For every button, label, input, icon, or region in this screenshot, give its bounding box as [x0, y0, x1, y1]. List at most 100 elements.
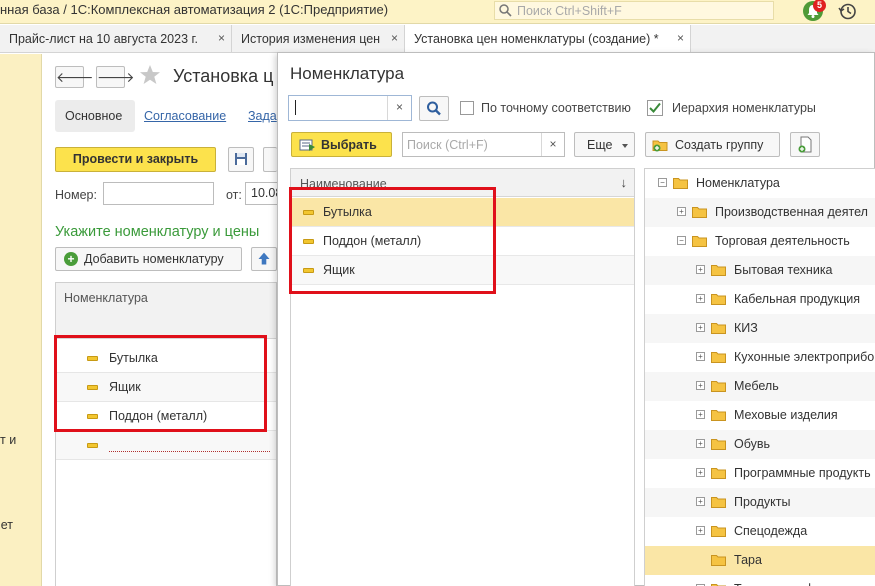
checkmark-icon[interactable] [647, 100, 663, 116]
tree-item[interactable]: + Мебель [645, 372, 875, 401]
document-add-icon [798, 136, 812, 153]
list-search-input[interactable]: Поиск (Ctrl+F) × [402, 132, 565, 157]
expand-icon[interactable]: + [696, 497, 705, 506]
tree-item[interactable]: + Производственная деятел [645, 198, 875, 227]
table-row-new[interactable] [56, 431, 276, 460]
expand-icon[interactable]: + [696, 468, 705, 477]
tab-tasks[interactable]: Зада [248, 109, 277, 123]
tree-item-label: Продукты [734, 495, 791, 509]
save-button[interactable] [228, 147, 254, 172]
date-field[interactable]: 10.08 [245, 182, 277, 205]
tab-price-history[interactable]: История изменения цен × [232, 25, 405, 53]
tree-item[interactable]: + Обувь [645, 430, 875, 459]
expand-icon[interactable]: + [696, 352, 705, 361]
favorite-star-icon[interactable] [139, 64, 161, 86]
exact-match-label: По точному соответствию [481, 101, 631, 115]
global-search-placeholder: Поиск Ctrl+Shift+F [517, 4, 622, 18]
create-item-button[interactable] [790, 132, 820, 157]
table-row[interactable]: Ящик [56, 373, 276, 402]
tree-item-label: Мебель [734, 379, 779, 393]
list-item[interactable]: Поддон (металл) [291, 227, 634, 256]
tree-item[interactable]: − Торговая деятельность [645, 227, 875, 256]
item-icon [87, 356, 98, 361]
tree-item[interactable]: + Кухонные электроприбо [645, 343, 875, 372]
tree-item-label: Программные продукть [734, 466, 871, 480]
expand-icon[interactable]: + [696, 265, 705, 274]
expand-icon[interactable]: + [696, 526, 705, 535]
tree-item-label: Бытовая техника [734, 263, 833, 277]
tree-item[interactable]: − Номенклатура [645, 169, 875, 198]
table-row[interactable]: Поддон (металл) [56, 402, 276, 431]
clear-search-icon[interactable]: × [387, 96, 411, 120]
create-group-label: Создать группу [675, 138, 764, 152]
tree-item[interactable]: Тара [645, 546, 875, 575]
close-icon[interactable]: × [218, 31, 225, 45]
tree-item[interactable]: +Товары с дефектами [645, 575, 875, 586]
collapse-icon[interactable]: − [677, 236, 686, 245]
table-header: Номенклатура [56, 283, 276, 339]
collapse-icon[interactable]: − [658, 178, 667, 187]
forward-button[interactable]: 🡒 [96, 66, 135, 88]
dialog-search-input[interactable]: × [288, 95, 412, 121]
tab-price-list[interactable]: Прайс-лист на 10 августа 2023 г. × [0, 25, 232, 53]
expand-icon[interactable]: + [696, 381, 705, 390]
exact-match-checkbox[interactable] [460, 101, 474, 115]
global-search-input[interactable]: Поиск Ctrl+Shift+F [494, 1, 774, 20]
expand-icon[interactable]: + [696, 323, 705, 332]
folder-add-icon [652, 140, 668, 152]
list-header-label: Наименование [300, 177, 387, 191]
list-item[interactable]: Бутылка [291, 198, 634, 227]
close-icon[interactable]: × [677, 31, 684, 45]
window-title-bar: нная база / 1С:Комплексная автоматизация… [0, 0, 875, 24]
list-item-label: Бутылка [323, 205, 372, 219]
tree-item[interactable]: + Спецодежда [645, 517, 875, 546]
history-icon[interactable] [838, 2, 857, 21]
sort-arrow-icon[interactable]: ↓ [621, 175, 628, 190]
open-tabs-bar: Прайс-лист на 10 августа 2023 г. × Истор… [0, 25, 875, 54]
notifications-button[interactable]: 5 [803, 0, 826, 23]
tab-price-setting[interactable]: Установка цен номенклатуры (создание) * … [405, 25, 691, 54]
table-cell: Поддон (металл) [109, 409, 208, 423]
select-button[interactable]: Выбрать [291, 132, 392, 157]
number-field[interactable] [103, 182, 214, 205]
clear-filter-icon[interactable]: × [541, 133, 564, 156]
plus-icon: + [64, 252, 78, 266]
expand-icon[interactable]: + [696, 294, 705, 303]
expand-icon[interactable]: + [677, 207, 686, 216]
create-group-button[interactable]: Создать группу [645, 132, 780, 157]
more-label: Еще [587, 138, 613, 152]
table-cell: Бутылка [109, 351, 158, 365]
tree-item[interactable]: + Бытовая техника [645, 256, 875, 285]
tab-approval[interactable]: Согласование [144, 109, 226, 123]
tree-item[interactable]: + Продукты [645, 488, 875, 517]
tree-item-label: Производственная деятел [715, 205, 868, 219]
tab-label: Прайс-лист на 10 августа 2023 г. [9, 32, 199, 46]
add-nomenclature-button[interactable]: + Добавить номенклатуру [55, 247, 242, 271]
tree-item[interactable]: + Кабельная продукция [645, 285, 875, 314]
expand-icon[interactable]: + [696, 410, 705, 419]
post-and-close-button[interactable]: Провести и закрыть [55, 147, 216, 172]
more-menu-button[interactable]: Еще [574, 132, 635, 157]
nomenclature-selection-dialog: Номенклатура × По точному соответствию И… [277, 52, 875, 586]
item-icon [303, 239, 314, 244]
folder-icon [711, 438, 726, 450]
list-header[interactable]: Наименование ↓ [291, 169, 634, 197]
folder-icon [711, 264, 726, 276]
hierarchy-label: Иерархия номенклатуры [672, 101, 816, 115]
print-button[interactable] [263, 147, 277, 172]
close-icon[interactable]: × [391, 31, 398, 45]
list-item[interactable]: Ящик [291, 256, 634, 285]
expand-icon[interactable]: + [696, 439, 705, 448]
tree-item[interactable]: + Программные продукть [645, 459, 875, 488]
tree-item-label: Обувь [734, 437, 771, 451]
tree-item[interactable]: + Меховые изделия [645, 401, 875, 430]
table-row[interactable]: Бутылка [56, 344, 276, 373]
search-button[interactable] [419, 96, 449, 121]
tree-item[interactable]: + КИЗ [645, 314, 875, 343]
folder-icon [673, 177, 688, 189]
move-up-button[interactable] [251, 247, 277, 271]
sidebar-item-text[interactable]: учет [0, 518, 13, 532]
sidebar-item-text[interactable]: т и [0, 433, 16, 447]
tab-main[interactable]: Основное [55, 100, 135, 132]
back-button[interactable]: 🡐 [55, 66, 94, 88]
